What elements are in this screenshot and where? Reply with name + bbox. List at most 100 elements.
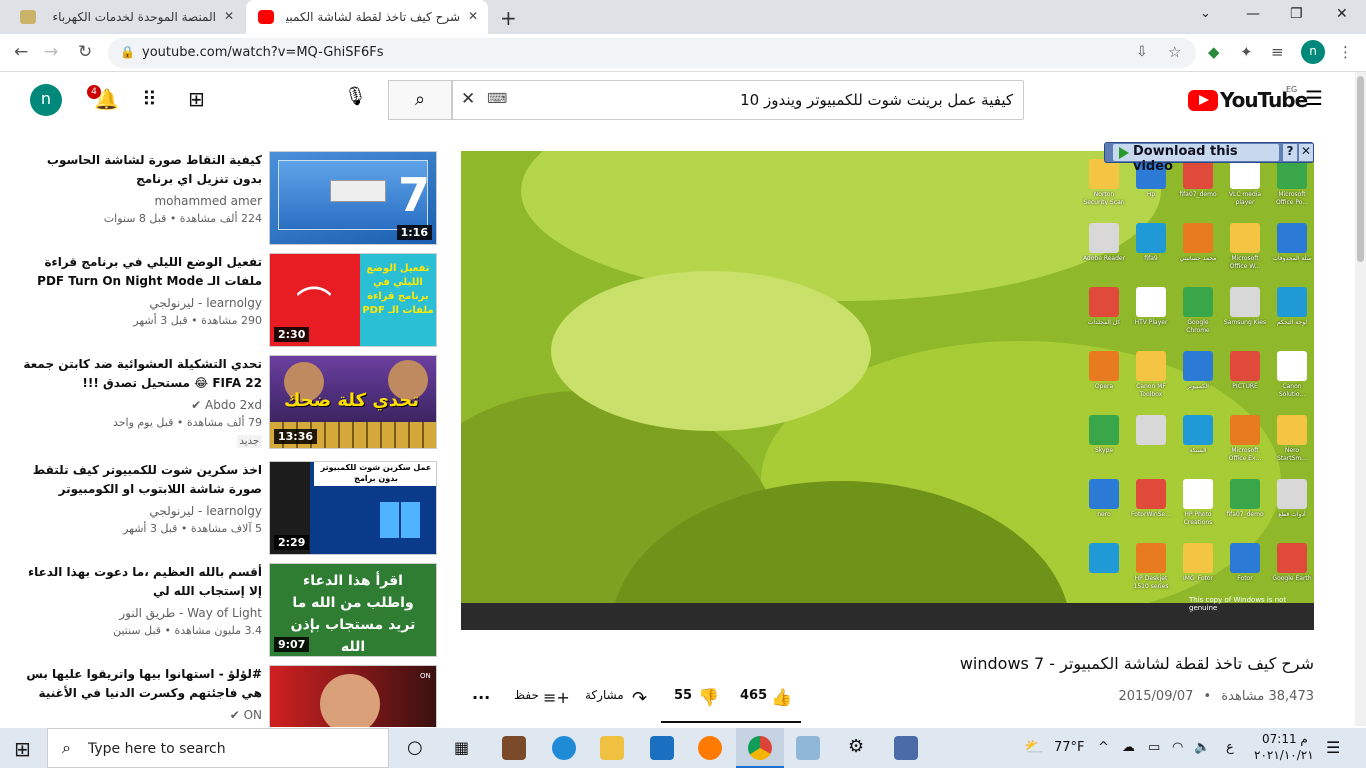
chrome-taskbar-button[interactable] bbox=[736, 728, 784, 768]
video-title[interactable]: تحدي التشكيلة العشوائية ضد كابتن جمعة FI… bbox=[22, 355, 262, 393]
install-icon[interactable]: ⇩ bbox=[1136, 44, 1148, 60]
extension-icon[interactable]: ◆ bbox=[1208, 43, 1220, 61]
show-hidden-icons-icon[interactable]: ^ bbox=[1098, 740, 1109, 755]
keyboard-icon[interactable]: ⌨ bbox=[487, 91, 507, 107]
apps-grid-icon[interactable]: ⠿ bbox=[142, 87, 157, 111]
channel-name[interactable]: mohammed amer bbox=[154, 194, 262, 208]
video-player[interactable]: Norton Security Scan Hp fifa07_demo VLC med… bbox=[461, 151, 1314, 630]
notification-center-icon[interactable]: ☰ bbox=[1326, 738, 1340, 757]
desktop-icon-label: Google Earth bbox=[1272, 575, 1312, 582]
search-button[interactable]: ⌕ bbox=[388, 80, 452, 120]
desktop-icon-label: FotorWinSe... bbox=[1131, 511, 1171, 518]
recommended-video[interactable]: عمل سكرين شوت للكمبيوتر بدون برامج 2:29 … bbox=[20, 461, 438, 557]
taskbar-search[interactable]: ⌕ Type here to search bbox=[47, 728, 389, 768]
lock-icon[interactable]: 🔒 bbox=[120, 45, 135, 59]
start-windows-icon[interactable]: ⊞ bbox=[14, 737, 31, 761]
edge-icon[interactable] bbox=[552, 736, 576, 760]
close-download-bar-icon[interactable]: ✕ bbox=[1299, 144, 1313, 161]
file-explorer-icon[interactable] bbox=[600, 736, 624, 760]
channel-name[interactable]: ✔ ON bbox=[230, 708, 262, 722]
download-video-button[interactable]: Download this video bbox=[1113, 144, 1279, 174]
more-actions-icon[interactable]: ··· bbox=[472, 688, 490, 707]
reload-icon[interactable]: ↻ bbox=[78, 42, 92, 62]
new-tab-icon[interactable]: + bbox=[500, 6, 517, 30]
reading-list-icon[interactable]: ≡ bbox=[1271, 43, 1284, 61]
youtube-logo[interactable]: YouTube EG bbox=[1188, 85, 1308, 113]
restore-icon[interactable]: ❐ bbox=[1290, 6, 1303, 22]
firefox-icon[interactable] bbox=[698, 736, 722, 760]
desktop-app-icon bbox=[1089, 479, 1119, 509]
video-title[interactable]: #لؤلؤ - استهانوا بيها واتريقوا عليها بس … bbox=[22, 665, 262, 703]
wifi-icon[interactable]: ◠ bbox=[1172, 740, 1183, 755]
recommended-video[interactable]: 7 1:16 كيفية التقاط صورة لشاشة الحاسوب ب… bbox=[20, 151, 438, 247]
share-button[interactable]: مشاركة bbox=[585, 688, 624, 702]
tab-electricity[interactable]: المنصة الموحدة لخدمات الكهرباء 's ✕ bbox=[8, 0, 244, 34]
channel-name[interactable]: ✔ Abdo 2xd bbox=[191, 398, 262, 412]
minimize-icon[interactable]: — bbox=[1246, 6, 1260, 22]
bookmark-star-icon[interactable]: ☆ bbox=[1168, 43, 1181, 61]
like-icon[interactable]: 👍 bbox=[771, 688, 792, 708]
recommended-video[interactable]: ⌒ تفعيل الوضع الليلي في برنامج قراءة ملف… bbox=[20, 253, 438, 349]
desktop-icon-label: Google Chrome bbox=[1186, 319, 1210, 334]
store-icon[interactable] bbox=[502, 736, 526, 760]
app-icon[interactable] bbox=[796, 736, 820, 760]
browser-menu-icon[interactable]: ⋮ bbox=[1338, 43, 1353, 61]
weather-icon[interactable]: ⛅ bbox=[1024, 737, 1044, 756]
recommended-video[interactable]: ON #لؤلؤ - استهانوا بيها واتريقوا عليها … bbox=[20, 665, 438, 727]
address-bar[interactable]: 🔒 youtube.com/watch?v=MQ-GhiSF6Fs ⇩ ☆ bbox=[108, 38, 1196, 68]
desktop-icon-label: VLC media player bbox=[1228, 191, 1262, 206]
app-icon-2[interactable] bbox=[894, 736, 918, 760]
close-window-icon[interactable]: ✕ bbox=[1336, 6, 1348, 22]
close-tab-icon[interactable]: ✕ bbox=[468, 9, 478, 23]
video-thumbnail[interactable]: اقرأ هذا الدعاء واطلب من الله ما تريد مس… bbox=[269, 563, 437, 657]
account-avatar[interactable]: n bbox=[30, 84, 62, 116]
video-title[interactable]: كيفية التقاط صورة لشاشة الحاسوب بدون تنز… bbox=[22, 151, 262, 189]
video-meta: 290 مشاهدة • قبل 3 أشهر bbox=[133, 314, 262, 327]
save-button[interactable]: حفظ bbox=[514, 688, 539, 702]
weather-temperature[interactable]: 77°F bbox=[1054, 740, 1085, 755]
extensions-puzzle-icon[interactable]: ✦ bbox=[1240, 43, 1253, 61]
create-video-icon[interactable]: ⊞ bbox=[188, 87, 205, 111]
video-thumbnail[interactable]: عمل سكرين شوت للكمبيوتر بدون برامج 2:29 bbox=[269, 461, 437, 555]
video-title[interactable]: تفعيل الوضع الليلي في برنامج قراءة ملفات… bbox=[22, 253, 262, 291]
task-view-icon[interactable]: ○ bbox=[407, 737, 423, 758]
forward-icon[interactable]: → bbox=[44, 42, 58, 62]
network-status-icon[interactable]: ☁ bbox=[1122, 740, 1135, 755]
channel-name[interactable]: ليرنولجي - learnolgy bbox=[149, 296, 262, 310]
close-tab-icon[interactable]: ✕ bbox=[224, 9, 234, 23]
channel-name[interactable]: ليرنولجي - learnolgy bbox=[149, 504, 262, 518]
recommended-video[interactable]: تحدي كلة ضحك 13:36 تحدي التشكيلة العشوائ… bbox=[20, 355, 438, 451]
volume-icon[interactable]: 🔈 bbox=[1194, 740, 1210, 755]
share-icon[interactable]: ↷ bbox=[632, 688, 647, 709]
battery-icon[interactable]: ▭ bbox=[1148, 740, 1160, 755]
video-thumbnail[interactable]: 7 1:16 bbox=[269, 151, 437, 245]
clock-date[interactable]: ٢٠٢١/١٠/٢١ bbox=[1254, 748, 1314, 762]
clock-time[interactable]: 07:11 م bbox=[1262, 732, 1308, 746]
desktop-app-icon bbox=[1183, 223, 1213, 253]
save-to-playlist-icon[interactable]: ≡+ bbox=[543, 688, 570, 707]
back-icon[interactable]: ← bbox=[14, 42, 28, 62]
video-thumbnail[interactable]: ⌒ تفعيل الوضع الليلي في برنامج قراءة ملف… bbox=[269, 253, 437, 347]
mail-icon[interactable] bbox=[650, 736, 674, 760]
video-title[interactable]: أقسم بالله العظيم ،ما دعوت بهذا الدعاء إ… bbox=[22, 563, 262, 601]
hamburger-menu-icon[interactable]: ☰ bbox=[1305, 86, 1323, 110]
help-icon[interactable]: ? bbox=[1283, 144, 1297, 161]
video-title[interactable]: اخذ سكرين شوت للكمبيوتر كيف تلتقط صورة ش… bbox=[22, 461, 262, 499]
voice-search-icon[interactable]: 🎙 bbox=[344, 86, 367, 107]
tab-youtube-video[interactable]: شرح كيف تاخذ لقطة لشاشة الكمبيوتر ✕ bbox=[246, 0, 488, 34]
clear-search-icon[interactable]: ✕ bbox=[461, 89, 475, 109]
video-thumbnail[interactable]: ON bbox=[269, 665, 437, 727]
scrollbar-thumb[interactable] bbox=[1357, 76, 1364, 262]
settings-gear-icon[interactable]: ⚙ bbox=[848, 736, 864, 757]
desktop-icon-label: Norton Security Scan bbox=[1083, 191, 1125, 206]
channel-name[interactable]: طريق النور - Way of Light bbox=[119, 606, 262, 620]
input-language[interactable]: ع bbox=[1226, 740, 1234, 755]
browser-profile-avatar[interactable]: n bbox=[1301, 40, 1325, 64]
tab-search-icon[interactable]: ⌄ bbox=[1200, 6, 1211, 21]
dislike-icon[interactable]: 👎 bbox=[698, 688, 719, 708]
video-thumbnail[interactable]: تحدي كلة ضحك 13:36 bbox=[269, 355, 437, 449]
widgets-icon[interactable]: ▦ bbox=[454, 738, 469, 757]
recommended-video[interactable]: اقرأ هذا الدعاء واطلب من الله ما تريد مس… bbox=[20, 563, 438, 659]
search-input[interactable]: ✕ ⌨ كيفية عمل برينت شوت للكمبيوتر ويندوز… bbox=[452, 80, 1024, 120]
desktop-icon: الشبكة bbox=[1175, 415, 1221, 455]
